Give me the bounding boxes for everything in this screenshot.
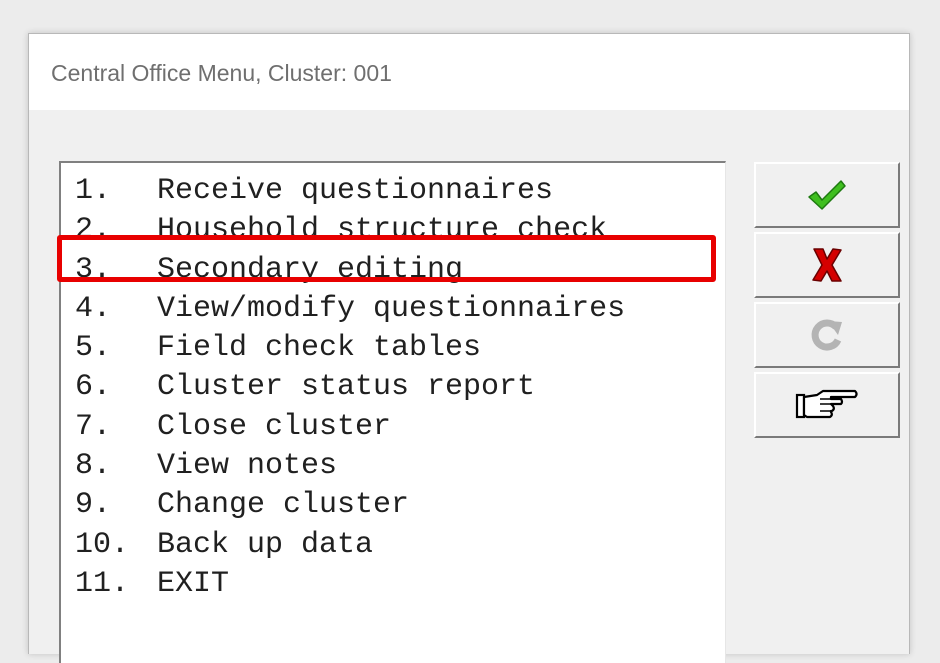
menu-item-number: 5. <box>75 331 112 366</box>
refresh-icon <box>808 316 846 354</box>
menu-item-number: 7. <box>75 409 112 444</box>
menu-item-number: 3. <box>75 252 112 287</box>
menu-item-number: 9. <box>75 488 112 523</box>
menu-item-field-check-tables[interactable]: 5. Field check tables <box>75 329 625 368</box>
menu-item-label: Close cluster <box>157 409 392 444</box>
menu-item-label: Receive questionnaires <box>157 174 554 208</box>
ok-button[interactable] <box>754 162 900 228</box>
select-button[interactable] <box>754 372 900 438</box>
menu-item-receive-questionnaires[interactable]: 1. Receive questionnaires <box>75 172 625 211</box>
menu-item-secondary-editing[interactable]: 3. Secondary editing <box>75 251 625 290</box>
checkmark-icon <box>807 178 847 212</box>
menu-item-close-cluster[interactable]: 7. Close cluster <box>75 408 625 447</box>
menu-item-label: Household structure check <box>157 213 608 248</box>
menu-item-view-notes[interactable]: 8. View notes <box>75 447 625 486</box>
menu-item-back-up-data[interactable]: 10. Back up data <box>75 526 625 565</box>
menu-item-number: 8. <box>75 449 112 484</box>
menu-item-number: 4. <box>75 291 112 326</box>
central-office-menu-window: Central Office Menu, Cluster: 001 1. Rece… <box>28 33 910 663</box>
menu-item-number: 11. <box>75 566 130 601</box>
menu-item-number: 1. <box>75 174 112 208</box>
menu-item-label: Cluster status report <box>157 370 536 405</box>
pointing-hand-icon <box>795 387 859 423</box>
menu-item-cluster-status-report[interactable]: 6. Cluster status report <box>75 368 625 407</box>
menu-item-exit[interactable]: 11. EXIT <box>75 565 625 604</box>
menu-item-label: Secondary editing <box>157 252 464 287</box>
menu-list: 1. Receive questionnaires 2. Household str… <box>75 172 625 604</box>
menu-item-label: Change cluster <box>157 488 410 523</box>
menu-listbox[interactable]: 1. Receive questionnaires 2. Household str… <box>59 161 726 663</box>
refresh-button[interactable] <box>754 302 900 368</box>
menu-item-change-cluster[interactable]: 9. Change cluster <box>75 486 625 525</box>
red-x-icon <box>810 246 844 284</box>
menu-item-label: View notes <box>157 449 338 484</box>
menu-item-number: 10. <box>75 527 130 562</box>
menu-item-view-modify-questionnaires[interactable]: 4. View/modify questionnaires <box>75 290 625 329</box>
menu-item-label: Field check tables <box>157 331 482 366</box>
menu-item-number: 2. <box>75 213 112 248</box>
menu-item-label: Back up data <box>157 527 374 562</box>
menu-item-number: 6. <box>75 370 112 405</box>
cancel-button[interactable] <box>754 232 900 298</box>
menu-item-label: View/modify questionnaires <box>157 291 626 326</box>
window-title: Central Office Menu, Cluster: 001 <box>51 60 392 86</box>
menu-item-label: EXIT <box>157 566 230 601</box>
title-bar: Central Office Menu, Cluster: 001 <box>29 34 909 110</box>
menu-item-household-structure-check[interactable]: 2. Household structure check <box>75 211 625 250</box>
